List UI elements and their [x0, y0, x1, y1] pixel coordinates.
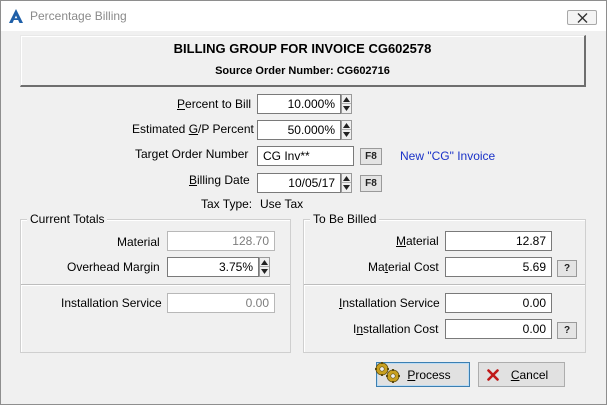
spin-down-icon[interactable] — [342, 183, 351, 192]
tax-type-value: Use Tax — [260, 197, 304, 211]
overhead-margin-input[interactable]: 3.75% — [167, 257, 259, 277]
percent-to-bill-input[interactable]: 10.000% — [257, 94, 341, 114]
installation-cost-label: Installation Cost — [353, 322, 439, 336]
percent-to-bill-label: Percent to Bill — [177, 97, 252, 111]
estimated-gp-percent-label: Estimated G/P Percent — [132, 122, 254, 136]
current-installation-service-value: 0.00 — [167, 293, 275, 313]
current-material-label: Material — [117, 235, 160, 249]
material-cost-input[interactable]: 5.69 — [445, 257, 552, 277]
source-order-number: Source Order Number: CG602716 — [215, 65, 390, 77]
to-be-billed-title: To Be Billed — [310, 212, 380, 226]
target-order-number-label: Target Order Number — [135, 147, 249, 161]
spin-up-icon[interactable] — [260, 258, 269, 267]
cancel-button-label: Cancel — [510, 368, 549, 382]
billing-date-spinner[interactable] — [341, 173, 352, 193]
installation-cost-input[interactable]: 0.00 — [445, 319, 552, 339]
current-installation-service-label: Installation Service — [61, 296, 162, 310]
process-button-label: Process — [407, 368, 451, 382]
installation-cost-help-button[interactable]: ? — [557, 322, 577, 339]
billed-installation-service-input[interactable]: 0.00 — [445, 293, 552, 313]
estimated-gp-percent-input[interactable]: 50.000% — [257, 120, 341, 140]
overhead-margin-spinner[interactable] — [259, 257, 270, 277]
estimated-gp-percent-spinner[interactable] — [341, 120, 352, 140]
spin-up-icon[interactable] — [342, 174, 351, 183]
spin-up-icon[interactable] — [342, 95, 351, 104]
target-order-number-input[interactable]: CG Inv** — [257, 146, 354, 166]
cancel-button[interactable]: Cancel — [478, 362, 565, 387]
spin-down-icon[interactable] — [342, 104, 351, 113]
invoice-title: BILLING GROUP FOR INVOICE CG602578 — [173, 41, 432, 56]
billed-installation-service-label: Installation Service — [339, 296, 440, 310]
tax-type-label: Tax Type: — [201, 197, 253, 211]
window-title: Percentage Billing — [30, 9, 127, 23]
billing-date-input[interactable]: 10/05/17 — [257, 173, 341, 193]
percent-to-bill-spinner[interactable] — [341, 94, 352, 114]
billing-date-label: Billing Date — [189, 173, 250, 187]
spin-down-icon[interactable] — [342, 130, 351, 139]
target-order-lookup-button[interactable]: F8 — [360, 148, 382, 165]
spin-up-icon[interactable] — [342, 121, 351, 130]
group-divider — [304, 284, 585, 286]
invoice-header: BILLING GROUP FOR INVOICE CG602578 Sourc… — [20, 35, 586, 87]
process-button[interactable]: Process — [375, 362, 470, 387]
current-material-value: 128.70 — [167, 231, 275, 251]
percentage-billing-window: Percentage Billing BILLING GROUP FOR INV… — [0, 0, 607, 405]
app-logo-icon — [8, 8, 24, 24]
billing-date-lookup-button[interactable]: F8 — [360, 175, 382, 192]
billed-material-input[interactable]: 12.87 — [445, 231, 552, 251]
close-button[interactable] — [567, 10, 597, 25]
material-cost-label: Material Cost — [368, 260, 439, 274]
material-cost-help-button[interactable]: ? — [557, 260, 577, 277]
current-totals-title: Current Totals — [27, 212, 108, 226]
spin-down-icon[interactable] — [260, 267, 269, 276]
title-bar[interactable]: Percentage Billing — [1, 1, 606, 31]
new-cg-invoice-link[interactable]: New "CG" Invoice — [400, 149, 495, 163]
group-divider — [21, 284, 290, 286]
overhead-margin-label: Overhead Margin — [67, 260, 160, 274]
billed-material-label: Material — [396, 234, 439, 248]
